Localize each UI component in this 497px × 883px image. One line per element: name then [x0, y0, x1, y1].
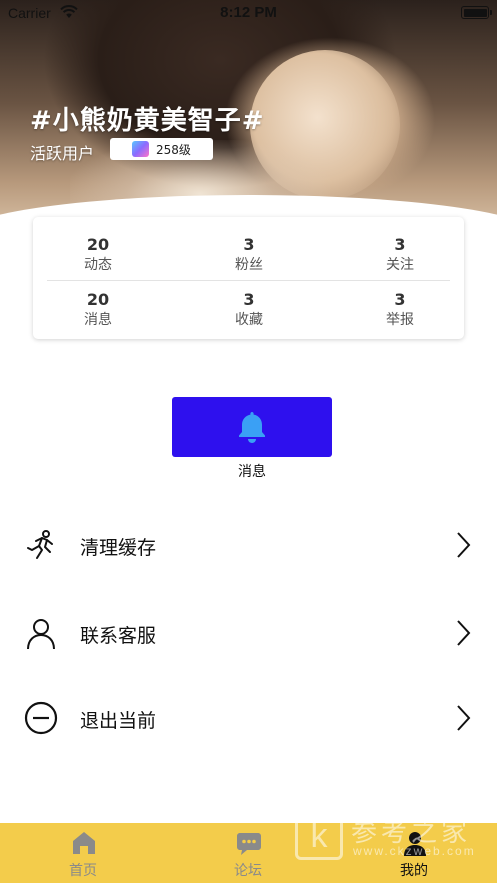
stat-fans[interactable]: 3 粉丝 [199, 235, 299, 275]
running-person-icon [27, 530, 53, 559]
status-bar: Carrier 8:12 PM [0, 0, 497, 26]
user-icon [404, 832, 426, 856]
tab-forum[interactable]: 论坛 [198, 823, 298, 883]
menu-item-label: 退出当前 [80, 710, 157, 732]
stat-label: 关注 [386, 257, 414, 273]
profile-name: #小熊奶黄美智子# [30, 106, 265, 136]
stat-reports[interactable]: 3 举报 [350, 290, 450, 330]
tab-home[interactable]: 首页 [33, 823, 133, 883]
chevron-right-icon [457, 705, 471, 731]
stat-value: 3 [394, 235, 406, 254]
message-button[interactable] [172, 397, 332, 457]
level-label: 258级 [156, 142, 191, 157]
clock: 8:12 PM [220, 4, 277, 21]
message-button-label: 消息 [238, 464, 266, 480]
menu-item-clear-cache[interactable]: 清理缓存 [0, 515, 497, 575]
battery-icon [461, 6, 492, 19]
tab-label: 我的 [400, 863, 428, 879]
stat-following[interactable]: 3 关注 [350, 235, 450, 275]
stat-posts[interactable]: 20 动态 [48, 235, 148, 275]
menu-item-label: 清理缓存 [80, 537, 157, 559]
minus-circle-icon [24, 701, 58, 735]
stats-row: 20 动态 3 粉丝 3 关注 [33, 235, 464, 285]
stat-messages[interactable]: 20 消息 [48, 290, 148, 330]
stat-value: 20 [86, 290, 110, 309]
chevron-right-icon [457, 620, 471, 646]
stat-label: 举报 [386, 312, 414, 328]
stat-label: 动态 [84, 257, 112, 273]
chevron-right-icon [457, 532, 471, 558]
stat-favorites[interactable]: 3 收藏 [199, 290, 299, 330]
tab-label: 论坛 [234, 863, 262, 879]
stat-label: 粉丝 [235, 257, 263, 273]
stat-value: 3 [243, 235, 255, 254]
stat-label: 消息 [84, 312, 112, 328]
menu-item-logout[interactable]: 退出当前 [0, 688, 497, 748]
stat-value: 20 [86, 235, 110, 254]
bell-icon [239, 412, 265, 443]
tab-bar: 首页 论坛 我的 [0, 823, 497, 883]
menu-item-label: 联系客服 [80, 625, 157, 647]
home-icon [73, 832, 95, 854]
stat-label: 收藏 [235, 312, 263, 328]
stat-value: 3 [243, 290, 255, 309]
stats-row: 20 消息 3 收藏 3 举报 [33, 290, 464, 340]
level-badge: 258级 [110, 138, 213, 160]
tab-label: 首页 [69, 863, 97, 879]
chat-icon [237, 833, 261, 855]
stats-card: 20 动态 3 粉丝 3 关注 20 消息 3 收藏 3 举报 [33, 217, 464, 339]
stat-value: 3 [394, 290, 406, 309]
tab-mine[interactable]: 我的 [364, 823, 464, 883]
profile-status: 活跃用户 [30, 144, 95, 163]
person-outline-icon [27, 619, 55, 650]
crown-icon [132, 141, 149, 157]
stats-divider [47, 280, 450, 281]
menu-item-contact-support[interactable]: 联系客服 [0, 603, 497, 663]
